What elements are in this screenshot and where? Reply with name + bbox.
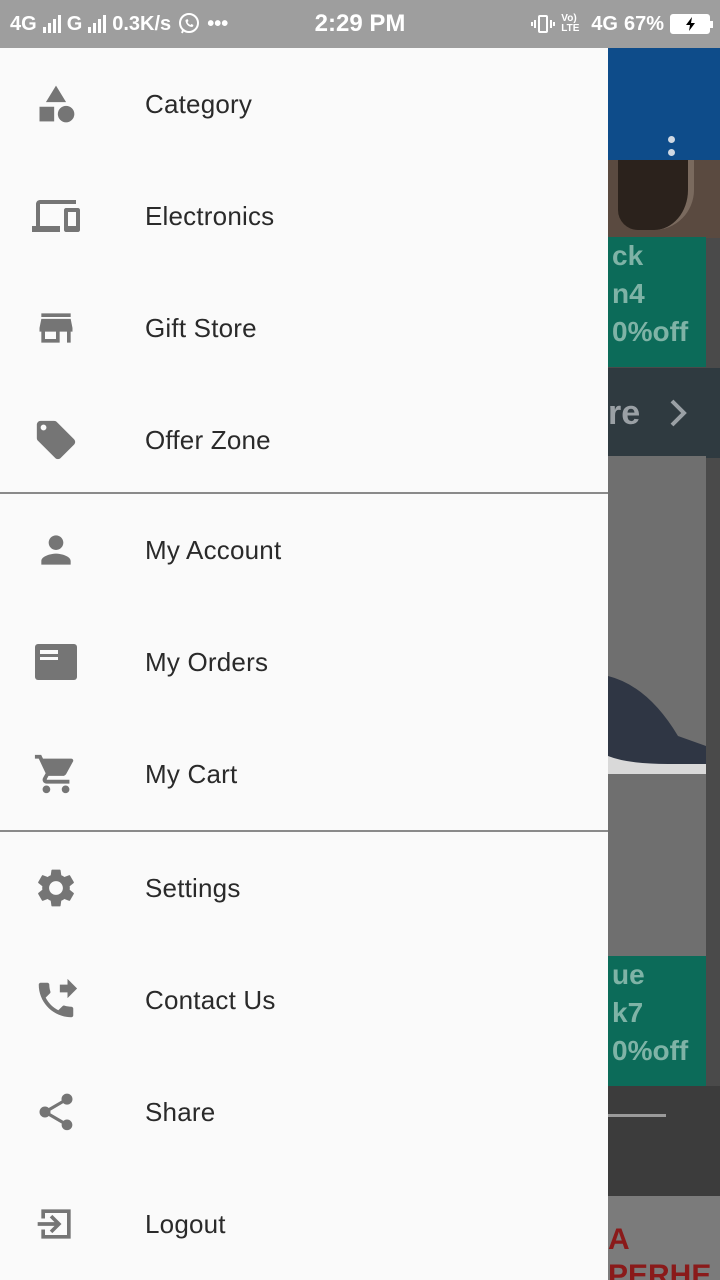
drawer-item-label: Gift Store [145, 312, 257, 343]
promo-text-line: k7 [612, 997, 644, 1028]
background-lower-section [608, 1086, 720, 1196]
background-app-bar [608, 48, 720, 169]
drawer-item-label: My Orders [145, 646, 269, 677]
devices-icon [32, 192, 80, 240]
background-indicator [608, 1114, 666, 1117]
network-speed: 0.3K/s [112, 12, 172, 35]
phone-forwarded-icon [32, 976, 80, 1024]
more-notifications-icon: ••• [207, 12, 229, 35]
promo-text-line: ue [612, 959, 645, 990]
drawer-item-label: Logout [145, 1208, 226, 1239]
drawer-item-label: Settings [145, 872, 241, 903]
person-icon [32, 526, 80, 574]
status-bar: 4G G 0.3K/s ••• 2:29 PM Vo) LTE 4G 67% [0, 0, 720, 48]
drawer-item-offer-zone[interactable]: Offer Zone [0, 384, 608, 496]
section-header-text: re [608, 394, 641, 432]
drawer-item-share[interactable]: Share [0, 1056, 608, 1168]
volte-indicator: Vo) LTE [561, 13, 580, 34]
drawer-item-contact-us[interactable]: Contact Us [0, 944, 608, 1056]
category-icon [32, 80, 80, 128]
drawer-item-label: My Account [145, 534, 282, 565]
ad-text-line: PERHE [608, 1259, 712, 1280]
battery-charging-icon [670, 14, 713, 34]
signal-icon [42, 15, 61, 33]
promo-text-line: 0%off [612, 1035, 689, 1066]
background-product-image [608, 160, 720, 238]
share-icon [32, 1088, 80, 1136]
whatsapp-icon [177, 12, 201, 36]
drawer-item-electronics[interactable]: Electronics [0, 160, 608, 272]
drawer-item-label: Category [145, 88, 253, 119]
navigation-drawer: Category Electronics Gift Store Offer Zo… [0, 48, 608, 1280]
background-promo-card: ck n4 0%off [608, 237, 706, 367]
drawer-item-logout[interactable]: Logout [0, 1168, 608, 1280]
drawer-item-label: Share [145, 1096, 216, 1127]
background-product-panel [608, 456, 706, 956]
background-promo-card: ue k7 0%off [608, 956, 706, 1086]
orders-icon [32, 638, 80, 686]
drawer-item-category[interactable]: Category [0, 48, 608, 160]
network-type-3: 4G [591, 12, 618, 35]
network-type-1: 4G [10, 12, 37, 35]
cart-icon [32, 750, 80, 798]
drawer-item-gift-store[interactable]: Gift Store [0, 272, 608, 384]
drawer-item-my-cart[interactable]: My Cart [0, 718, 608, 830]
store-icon [32, 304, 80, 352]
gear-icon [32, 864, 80, 912]
background-ad-banner: A PERHE [608, 1196, 720, 1280]
promo-text-line: n4 [612, 278, 645, 309]
drawer-item-label: Electronics [145, 200, 275, 231]
drawer-item-my-account[interactable]: My Account [0, 494, 608, 606]
promo-text-line: 0%off [612, 316, 689, 347]
status-bar-right: Vo) LTE 4G 67% [531, 0, 713, 48]
ad-text-line: A [608, 1223, 630, 1256]
sneaker-image [608, 676, 706, 774]
drawer-item-label: My Cart [145, 758, 238, 789]
tag-icon [32, 416, 80, 464]
vibrate-icon [531, 12, 556, 36]
drawer-item-my-orders[interactable]: My Orders [0, 606, 608, 718]
background-section-header: re [608, 368, 720, 458]
logout-icon [32, 1200, 80, 1248]
battery-percent: 67% [623, 12, 664, 35]
chevron-right-icon [668, 398, 688, 428]
promo-text-line: ck [612, 240, 644, 271]
drawer-item-settings[interactable]: Settings [0, 832, 608, 944]
network-type-2: G [66, 12, 83, 35]
signal-icon-2 [88, 15, 107, 33]
background-app: ck n4 0%off re ue k7 0%off A PERHE [608, 0, 720, 1280]
status-bar-left: 4G G 0.3K/s ••• [10, 0, 228, 48]
drawer-item-label: Contact Us [145, 984, 276, 1015]
drawer-item-label: Offer Zone [145, 424, 271, 455]
